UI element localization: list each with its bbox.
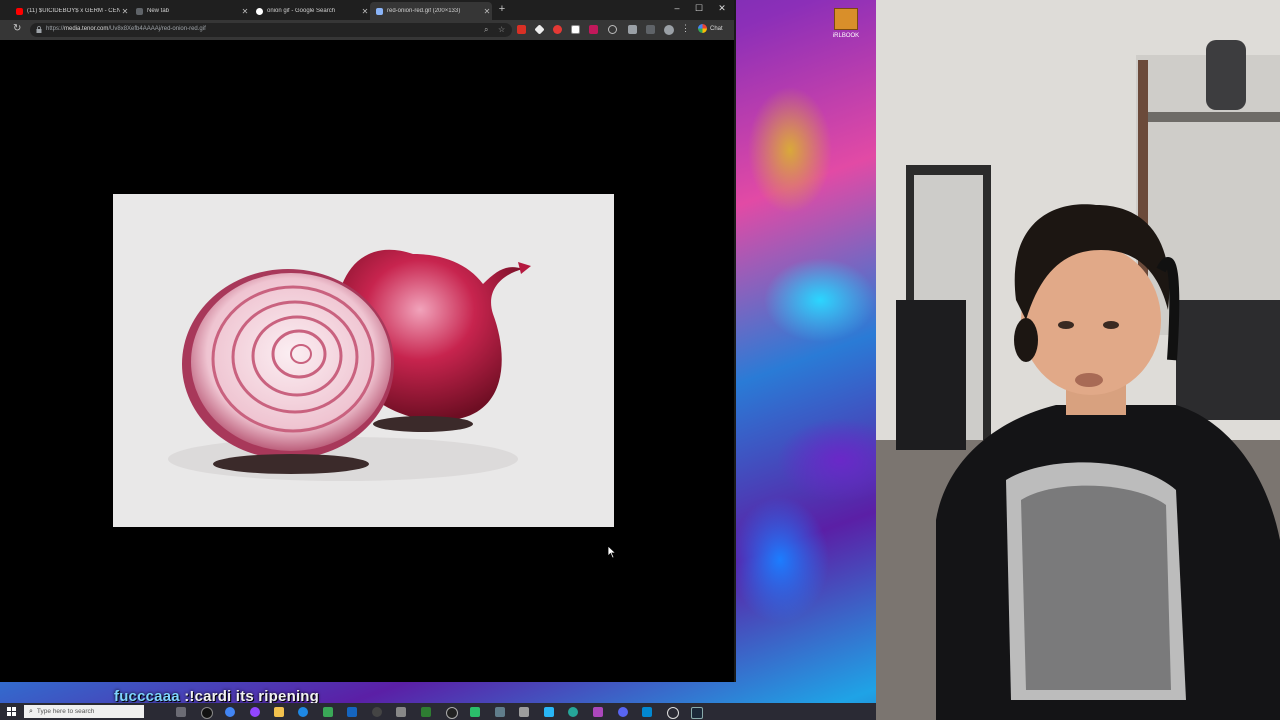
taskbar-search-input[interactable]: ⌕ Type here to search [24, 705, 144, 718]
edge-icon[interactable] [298, 707, 308, 717]
reading-list-icon[interactable] [646, 25, 655, 34]
mouse-cursor-icon [607, 545, 617, 559]
url-text: https://media.tenor.com/Uv8x8Xefb4AAAAj/… [46, 26, 206, 32]
app-icon[interactable] [667, 707, 679, 719]
new-tab-icon [136, 7, 143, 15]
tab-google-search[interactable]: onion gif - Google Search ✕ [250, 2, 370, 20]
extension-icon[interactable] [553, 25, 562, 34]
extension-icon[interactable] [517, 25, 526, 34]
close-tab-icon[interactable]: ✕ [482, 7, 492, 16]
reload-icon[interactable]: ↻ [13, 23, 21, 34]
search-placeholder: Type here to search [36, 708, 95, 715]
more-menu-icon[interactable]: ⋮ [681, 23, 690, 34]
browser-toolbar: ↻ https://media.tenor.com/Uv8x8Xefb4AAAA… [0, 20, 734, 40]
red-onion-illustration [168, 249, 531, 481]
app-icon[interactable] [323, 707, 333, 717]
close-tab-icon[interactable]: ✕ [120, 7, 130, 16]
minimize-button[interactable]: – [670, 3, 684, 13]
discord-icon[interactable] [618, 707, 628, 717]
chat-label: Chat [710, 25, 723, 32]
profile-avatar[interactable] [664, 25, 674, 35]
extension-icon[interactable] [608, 25, 617, 34]
app-icon[interactable] [519, 707, 529, 717]
new-tab-button[interactable]: + [496, 3, 508, 15]
app-icon[interactable] [396, 707, 406, 717]
close-window-button[interactable]: ✕ [715, 3, 729, 14]
webcam-scene [876, 0, 1280, 720]
extension-icon[interactable] [571, 25, 580, 34]
desktop-shortcut-icon[interactable] [834, 8, 858, 30]
chat-logo-icon [698, 24, 707, 33]
app-icon[interactable] [544, 707, 554, 717]
tab-title: red-onion-red.gif (200×133) [387, 8, 461, 14]
file-explorer-icon[interactable] [274, 707, 284, 717]
tab-bar: (11) $UICIDEBOY$ x GERM - CENT ✕ New tab… [0, 0, 734, 20]
maximize-button[interactable]: ☐ [692, 3, 706, 14]
desktop-shortcut-label: iRLBOOK [832, 33, 860, 39]
task-view-icon[interactable] [176, 707, 186, 717]
steam-icon[interactable] [691, 707, 703, 719]
obs-icon[interactable] [372, 707, 382, 717]
youtube-icon [16, 7, 23, 15]
close-tab-icon[interactable]: ✕ [240, 7, 250, 16]
lock-icon [36, 26, 42, 33]
webcam-feed [876, 0, 1280, 720]
app-icon[interactable] [470, 707, 480, 717]
tab-title: New tab [147, 8, 170, 14]
google-icon [256, 7, 263, 15]
taskbar: ⌕ Type here to search [0, 703, 876, 720]
app-icon[interactable] [495, 707, 505, 717]
search-icon: ⌕ [29, 707, 33, 715]
app-icon[interactable] [568, 707, 578, 717]
tab-red-onion-gif[interactable]: red-onion-red.gif (200×133) ✕ [370, 2, 492, 20]
tab-title: onion gif - Google Search [267, 8, 336, 14]
chat-button[interactable]: Chat [698, 24, 723, 33]
address-bar[interactable]: https://media.tenor.com/Uv8x8Xefb4AAAAj/… [30, 23, 512, 37]
image-icon [376, 7, 383, 15]
twitch-icon[interactable] [250, 707, 260, 717]
app-icon[interactable] [421, 707, 431, 717]
extension-icon[interactable] [534, 24, 545, 35]
extensions-puzzle-icon[interactable] [628, 25, 637, 34]
zoom-icon[interactable]: ⌕ [484, 25, 488, 35]
extension-icon[interactable] [589, 25, 598, 34]
close-tab-icon[interactable]: ✕ [360, 7, 370, 16]
tab-youtube[interactable]: (11) $UICIDEBOY$ x GERM - CENT ✕ [10, 2, 130, 20]
windows-start-icon[interactable] [7, 707, 16, 716]
gif-image [113, 194, 614, 527]
bookmark-star-icon[interactable]: ☆ [498, 25, 505, 34]
app-icon[interactable] [642, 707, 652, 717]
app-icon[interactable] [593, 707, 603, 717]
mail-icon[interactable] [347, 707, 357, 717]
chrome-icon[interactable] [225, 707, 235, 717]
tab-title: (11) $UICIDEBOY$ x GERM - CENT [27, 8, 120, 14]
browser-window: (11) $UICIDEBOY$ x GERM - CENT ✕ New tab… [0, 0, 736, 682]
app-icon[interactable] [446, 707, 458, 719]
app-icon[interactable] [201, 707, 213, 719]
tab-new-tab[interactable]: New tab ✕ [130, 2, 250, 20]
